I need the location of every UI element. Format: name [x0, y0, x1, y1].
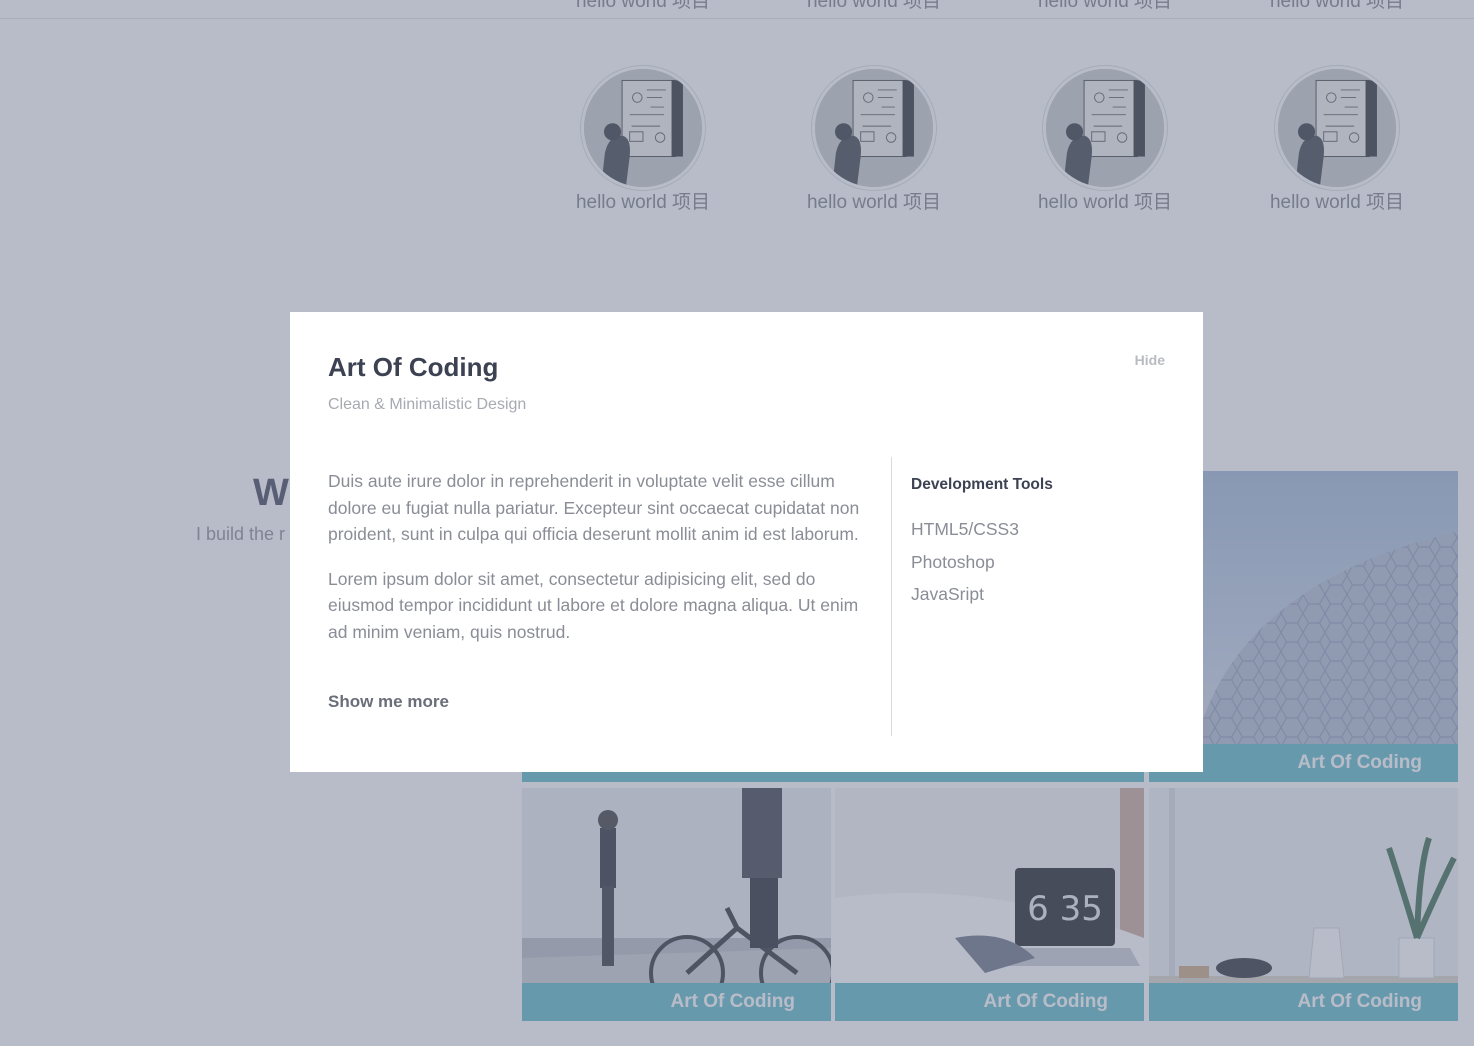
tools-heading: Development Tools [911, 476, 1053, 493]
hide-button[interactable]: Hide [1135, 352, 1165, 368]
tool-item: HTML5/CSS3 [911, 519, 1019, 539]
tool-item: Photoshop [911, 551, 995, 572]
modal-description: Duis aute irure dolor in reprehenderit i… [328, 468, 863, 663]
modal-subtitle: Clean & Minimalistic Design [328, 396, 527, 413]
tool-item: JavaSript [911, 584, 984, 604]
modal-title: Art Of Coding [328, 352, 499, 382]
description-paragraph: Duis aute irure dolor in reprehenderit i… [328, 471, 860, 544]
tools-list: HTML5/CSS3 Photoshop JavaSript [911, 519, 1019, 617]
project-modal: Art Of Coding Clean & Minimalistic Desig… [290, 312, 1203, 772]
show-more-link[interactable]: Show me more [328, 692, 449, 712]
description-paragraph: Lorem ipsum dolor sit amet, consectetur … [328, 568, 859, 642]
modal-column-divider [891, 457, 892, 736]
